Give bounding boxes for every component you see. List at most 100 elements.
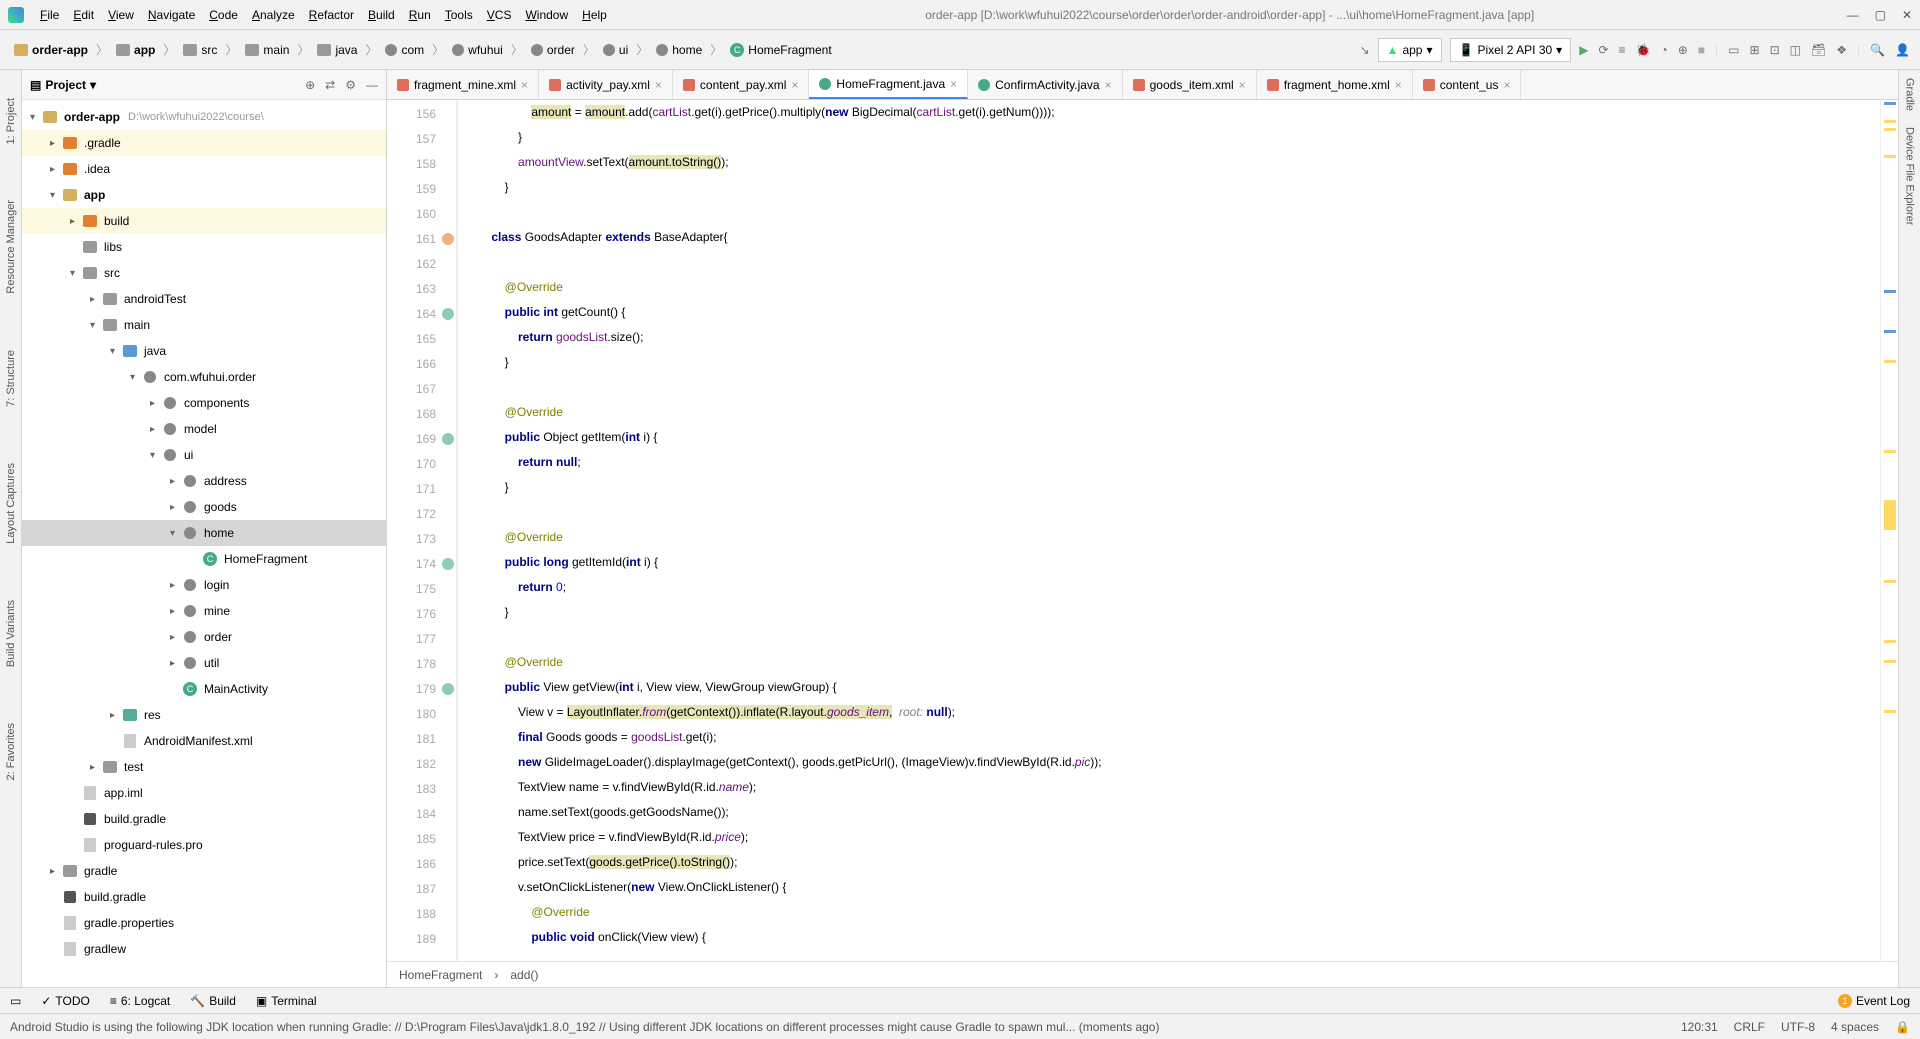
run-icon[interactable]: ▶ bbox=[1579, 43, 1588, 57]
tree-item[interactable]: ▸build bbox=[22, 208, 386, 234]
menu-build[interactable]: Build bbox=[362, 4, 401, 26]
debug-icon[interactable]: 🐞 bbox=[1636, 43, 1651, 57]
expand-icon[interactable]: ⇄ bbox=[325, 78, 335, 92]
tree-item[interactable]: ▸model bbox=[22, 416, 386, 442]
tree-item[interactable]: ▸.idea bbox=[22, 156, 386, 182]
device-selector[interactable]: 📱 Pixel 2 API 30 ▾ bbox=[1450, 38, 1572, 62]
tree-item[interactable]: ▸test bbox=[22, 754, 386, 780]
tree-item[interactable]: ▾main bbox=[22, 312, 386, 338]
tree-item[interactable]: ▸order bbox=[22, 624, 386, 650]
tree-item[interactable]: app.iml bbox=[22, 780, 386, 806]
menu-file[interactable]: File bbox=[34, 4, 65, 26]
close-tab-icon[interactable]: × bbox=[950, 77, 957, 91]
tree-item[interactable]: build.gradle bbox=[22, 884, 386, 910]
tree-item[interactable]: ▾home bbox=[22, 520, 386, 546]
menu-refactor[interactable]: Refactor bbox=[303, 4, 360, 26]
menu-view[interactable]: View bbox=[102, 4, 140, 26]
close-icon[interactable]: ✕ bbox=[1902, 8, 1912, 22]
side-tab[interactable]: Layout Captures bbox=[3, 455, 19, 552]
tree-item[interactable]: ▾app bbox=[22, 182, 386, 208]
error-stripe[interactable] bbox=[1880, 100, 1898, 961]
user-icon[interactable]: 👤 bbox=[1895, 43, 1910, 57]
side-tab[interactable]: 2: Favorites bbox=[3, 715, 19, 788]
menu-help[interactable]: Help bbox=[576, 4, 613, 26]
side-tab[interactable]: Build Variants bbox=[3, 592, 19, 675]
tree-item[interactable]: proguard-rules.pro bbox=[22, 832, 386, 858]
side-tab[interactable]: Device File Explorer bbox=[1902, 119, 1918, 233]
apply-code-icon[interactable]: ≡ bbox=[1619, 43, 1626, 57]
minimize-icon[interactable]: — bbox=[1847, 8, 1859, 22]
tree-item[interactable]: libs bbox=[22, 234, 386, 260]
breadcrumb-item[interactable]: ui bbox=[599, 41, 632, 59]
tree-root[interactable]: ▾ order-app D:\work\wfuhui2022\course\ bbox=[22, 104, 386, 130]
side-tab[interactable]: 1: Project bbox=[3, 90, 19, 152]
breadcrumb-item[interactable]: app bbox=[112, 41, 159, 59]
menu-code[interactable]: Code bbox=[203, 4, 244, 26]
menu-tools[interactable]: Tools bbox=[439, 4, 479, 26]
database-icon[interactable]: 🗃 bbox=[1811, 43, 1826, 57]
editor-tab[interactable]: content_us× bbox=[1413, 70, 1522, 99]
tree-item[interactable]: ▸androidTest bbox=[22, 286, 386, 312]
gear-icon[interactable]: ⚙ bbox=[345, 78, 356, 92]
breadcrumb-item[interactable]: order bbox=[527, 41, 579, 59]
tree-item[interactable]: ▸goods bbox=[22, 494, 386, 520]
sync-icon[interactable]: ↘ bbox=[1359, 43, 1369, 57]
editor-tab[interactable]: goods_item.xml× bbox=[1123, 70, 1257, 99]
tree-item[interactable]: ▸util bbox=[22, 650, 386, 676]
close-tab-icon[interactable]: × bbox=[791, 78, 798, 92]
side-tab[interactable]: Resource Manager bbox=[3, 192, 19, 302]
side-tab[interactable]: 7: Structure bbox=[3, 342, 19, 415]
tree-item[interactable]: ▸address bbox=[22, 468, 386, 494]
tree-item[interactable]: build.gradle bbox=[22, 806, 386, 832]
menu-vcs[interactable]: VCS bbox=[481, 4, 518, 26]
crumb[interactable]: add() bbox=[510, 968, 538, 982]
profile-icon[interactable]: ◔ bbox=[1660, 43, 1667, 57]
close-tab-icon[interactable]: × bbox=[1395, 78, 1402, 92]
todo-tool[interactable]: ✓ TODO bbox=[41, 994, 90, 1008]
layout-inspector-icon[interactable]: ⊡ bbox=[1770, 43, 1780, 57]
tree-item[interactable]: AndroidManifest.xml bbox=[22, 728, 386, 754]
menu-run[interactable]: Run bbox=[403, 4, 437, 26]
encoding[interactable]: UTF-8 bbox=[1781, 1020, 1815, 1034]
code[interactable]: amount = amount.add(cartList.get(i).getP… bbox=[457, 100, 1880, 961]
editor-tab[interactable]: content_pay.xml× bbox=[673, 70, 810, 99]
tree-item[interactable]: gradlew bbox=[22, 936, 386, 962]
attach-debugger-icon[interactable]: ⊕ bbox=[1678, 43, 1688, 57]
tree-item[interactable]: ▸.gradle bbox=[22, 130, 386, 156]
logcat-tool[interactable]: ≡ 6: Logcat bbox=[110, 994, 170, 1008]
tree-item[interactable]: ▸mine bbox=[22, 598, 386, 624]
editor-tab[interactable]: fragment_home.xml× bbox=[1257, 70, 1413, 99]
panel-title[interactable]: ▤ Project ▾ bbox=[30, 78, 305, 92]
tree-item[interactable]: ▾com.wfuhui.order bbox=[22, 364, 386, 390]
close-tab-icon[interactable]: × bbox=[655, 78, 662, 92]
apply-changes-icon[interactable]: ⟳ bbox=[1598, 43, 1608, 57]
breadcrumb-item[interactable]: main bbox=[241, 41, 293, 59]
resource-manager-icon[interactable]: ◫ bbox=[1790, 43, 1801, 57]
tree-item[interactable]: CHomeFragment bbox=[22, 546, 386, 572]
tree-item[interactable]: ▾java bbox=[22, 338, 386, 364]
build-tool[interactable]: 🔨 Build bbox=[190, 994, 236, 1008]
close-tab-icon[interactable]: × bbox=[1239, 78, 1246, 92]
stop-icon[interactable]: ■ bbox=[1698, 43, 1705, 57]
side-tab[interactable]: Gradle bbox=[1902, 70, 1918, 119]
module-selector[interactable]: ▲ app ▾ bbox=[1378, 38, 1442, 62]
terminal-tool[interactable]: ▣ Terminal bbox=[256, 994, 317, 1008]
project-tree[interactable]: ▾ order-app D:\work\wfuhui2022\course\ ▸… bbox=[22, 100, 386, 987]
breadcrumb-item[interactable]: java bbox=[313, 41, 361, 59]
tree-item[interactable]: ▸res bbox=[22, 702, 386, 728]
tree-item[interactable]: ▸components bbox=[22, 390, 386, 416]
breadcrumb-item[interactable]: CHomeFragment bbox=[726, 41, 835, 59]
menu-edit[interactable]: Edit bbox=[67, 4, 100, 26]
tree-item[interactable]: CMainActivity bbox=[22, 676, 386, 702]
breadcrumb-item[interactable]: com bbox=[381, 41, 428, 59]
hide-icon[interactable]: — bbox=[366, 78, 378, 92]
tree-item[interactable]: gradle.properties bbox=[22, 910, 386, 936]
search-icon[interactable]: 🔍 bbox=[1870, 43, 1885, 57]
editor-tab[interactable]: ConfirmActivity.java× bbox=[968, 70, 1122, 99]
menu-window[interactable]: Window bbox=[519, 4, 574, 26]
breadcrumb-item[interactable]: order-app bbox=[10, 41, 92, 59]
line-separator[interactable]: CRLF bbox=[1734, 1020, 1765, 1034]
close-tab-icon[interactable]: × bbox=[521, 78, 528, 92]
avd-icon[interactable]: ▭ bbox=[1728, 43, 1739, 57]
tree-item[interactable]: ▸gradle bbox=[22, 858, 386, 884]
